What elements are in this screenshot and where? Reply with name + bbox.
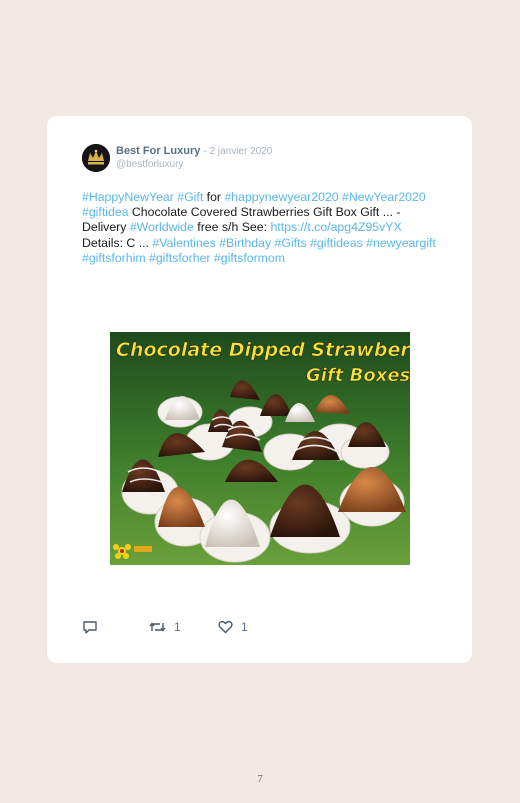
retweet-count: 1	[174, 620, 181, 634]
hashtag-link[interactable]: https://t.co/apg4Z95vYX	[270, 220, 401, 234]
hashtag-link[interactable]: #giftsforhim	[82, 251, 146, 265]
tweet-text: #HappyNewYear #Gift for #happynewyear202…	[82, 190, 442, 266]
hashtag-link[interactable]: #Gifts	[275, 236, 307, 250]
hashtag-link[interactable]: #NewYear2020	[342, 190, 426, 204]
retweet-button[interactable]: 1	[149, 620, 181, 634]
page-number: 7	[257, 773, 263, 785]
hashtag-link[interactable]: #giftsformom	[214, 251, 285, 265]
author-line: Best For Luxury - 2 janvier 2020	[116, 145, 272, 157]
author-avatar[interactable]	[82, 144, 110, 172]
hashtag-link[interactable]: #HappyNewYear	[82, 190, 174, 204]
hashtag-link[interactable]: #newyeargift	[366, 236, 436, 250]
reply-icon	[83, 621, 97, 634]
crown-logo-icon	[82, 144, 110, 172]
author-name[interactable]: Best For Luxury	[116, 145, 200, 157]
tweet-text-segment: for	[203, 190, 225, 204]
hashtag-link[interactable]: #giftideas	[310, 236, 363, 250]
like-button[interactable]: 1	[218, 620, 248, 634]
hashtag-link[interactable]: #Worldwide	[130, 220, 194, 234]
author-handle[interactable]: @bestforluxury	[116, 159, 183, 170]
tweet-text-segment: Details: C ...	[82, 235, 153, 250]
tweet-card: Best For Luxury - 2 janvier 2020 @bestfo…	[47, 116, 472, 663]
like-count: 1	[241, 620, 248, 634]
image-title-2: Gift Boxes	[306, 365, 410, 386]
strawberries-image[interactable]: Chocolate Dipped Strawberries Gift Boxes	[110, 332, 410, 565]
hashtag-link[interactable]: #giftidea	[82, 205, 129, 219]
heart-icon	[218, 620, 233, 634]
hashtag-link[interactable]: #Gift	[177, 190, 203, 204]
retweet-icon	[149, 622, 166, 632]
image-title-1: Chocolate Dipped Strawberries	[116, 339, 410, 361]
hashtag-link[interactable]: #giftsforher	[149, 251, 211, 265]
tweet-text-segment: free s/h See:	[193, 220, 271, 235]
hashtag-link[interactable]: #happynewyear2020	[224, 190, 338, 204]
reply-button[interactable]	[82, 620, 98, 634]
post-date[interactable]: - 2 janvier 2020	[203, 146, 272, 157]
hashtag-link[interactable]: #Birthday	[219, 236, 271, 250]
hashtag-link[interactable]: #Valentines	[152, 236, 215, 250]
